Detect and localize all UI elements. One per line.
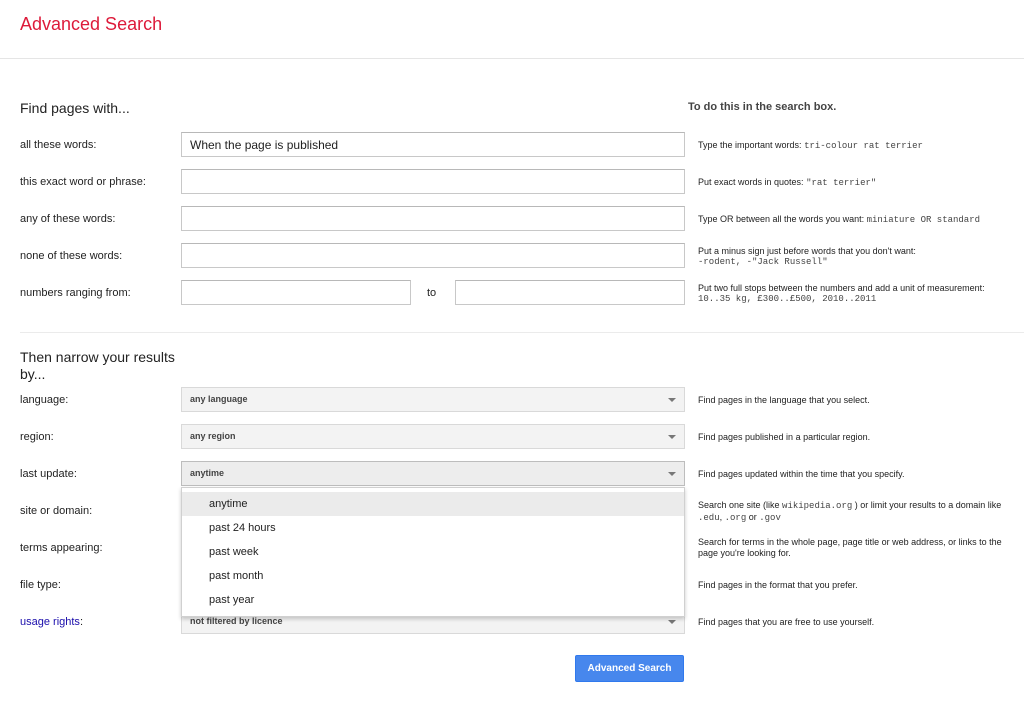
language-value: any language [190, 394, 248, 404]
none-words-input[interactable] [181, 243, 685, 268]
site-hint-part: ) or limit your results to a domain like [852, 500, 1002, 510]
all-words-label: all these words: [20, 139, 97, 151]
language-label: language: [20, 394, 69, 406]
numbers-from-input[interactable] [181, 280, 411, 305]
any-words-hint-text: Type OR between all the words you want: [698, 214, 867, 224]
any-words-hint-example: miniature OR standard [866, 215, 981, 225]
site-domain-hint: Search one site (like wikipedia.org ) or… [698, 500, 1018, 524]
last-update-label: last update: [20, 468, 77, 480]
language-hint: Find pages in the language that you sele… [698, 395, 870, 405]
usage-rights-link[interactable]: usage rights [20, 616, 80, 628]
exact-phrase-hint-example: "rat terrier" [806, 178, 877, 188]
chevron-down-icon [668, 398, 676, 402]
terms-appearing-hint: Search for terms in the whole page, page… [698, 537, 1002, 558]
file-type-label: file type: [20, 579, 61, 591]
last-update-value: anytime [190, 468, 225, 478]
none-words-label: none of these words: [20, 250, 123, 262]
dropdown-option[interactable]: past 24 hours [182, 516, 684, 540]
site-hint-code: .edu [698, 513, 720, 523]
numbers-to-input[interactable] [455, 280, 685, 305]
site-hint-code: .org [724, 513, 747, 523]
dropdown-option[interactable]: past year [182, 588, 684, 612]
all-words-hint-example: tri-colour rat terrier [804, 141, 923, 151]
any-words-input[interactable] [181, 206, 685, 231]
exact-phrase-input[interactable] [181, 169, 685, 194]
all-words-hint-text: Type the important words: [698, 140, 805, 150]
none-words-hint-text: Put a minus sign just before words that … [698, 246, 916, 256]
last-update-hint: Find pages updated within the time that … [698, 469, 905, 479]
hint-heading: To do this in the search box. [688, 101, 837, 113]
site-hint-part: or [746, 512, 760, 522]
dropdown-option[interactable]: past week [182, 540, 684, 564]
exact-phrase-hint-text: Put exact words in quotes: [698, 177, 807, 187]
usage-rights-hint: Find pages that you are free to use your… [698, 617, 875, 627]
site-domain-label: site or domain: [20, 505, 93, 517]
region-hint: Find pages published in a particular reg… [698, 432, 871, 442]
advanced-search-button[interactable]: Advanced Search [575, 655, 684, 682]
language-select[interactable]: any language [181, 387, 685, 412]
terms-appearing-label: terms appearing: [20, 542, 103, 554]
chevron-down-icon [668, 435, 676, 439]
exact-phrase-hint: Put exact words in quotes: "rat terrier" [698, 177, 1018, 189]
site-hint-part: Search one site (like [698, 500, 783, 510]
last-update-dropdown: anytime past 24 hours past week past mon… [181, 487, 685, 617]
any-words-hint: Type OR between all the words you want: … [698, 214, 1018, 226]
exact-phrase-label: this exact word or phrase: [20, 176, 146, 188]
region-label: region: [20, 431, 54, 443]
numbers-to-label: to [427, 287, 437, 299]
any-words-label: any of these words: [20, 213, 116, 225]
usage-rights-colon: : [79, 616, 83, 628]
chevron-down-icon [668, 472, 676, 476]
numbers-hint-example: 10..35 kg, £300..£500, 2010..2011 [698, 294, 877, 304]
find-section-title: Find pages with... [20, 100, 130, 116]
site-hint-code: wikipedia.org [782, 501, 853, 511]
region-select[interactable]: any region [181, 424, 685, 449]
none-words-hint: Put a minus sign just before words that … [698, 246, 1018, 268]
numbers-range-label: numbers ranging from: [20, 287, 131, 299]
dropdown-option[interactable]: anytime [182, 492, 684, 516]
all-words-hint: Type the important words: tri-colour rat… [698, 140, 1018, 152]
usage-rights-value: not filtered by licence [190, 616, 283, 626]
usage-rights-label: usage rights: [20, 616, 83, 628]
header-divider [0, 58, 1024, 59]
numbers-hint: Put two full stops between the numbers a… [698, 283, 1018, 305]
narrow-section-title: Then narrow your results by... [20, 349, 175, 382]
all-words-input[interactable] [181, 132, 685, 157]
region-value: any region [190, 431, 236, 441]
chevron-down-icon [668, 620, 676, 624]
site-hint-code: .gov [759, 513, 781, 523]
section-divider [20, 332, 1024, 333]
last-update-select[interactable]: anytime [181, 461, 685, 486]
page-title: Advanced Search [20, 14, 163, 34]
none-words-hint-example: -rodent, -"Jack Russell" [698, 257, 828, 267]
numbers-hint-text: Put two full stops between the numbers a… [698, 283, 985, 293]
file-type-hint: Find pages in the format that you prefer… [698, 580, 858, 590]
dropdown-option[interactable]: past month [182, 564, 684, 588]
